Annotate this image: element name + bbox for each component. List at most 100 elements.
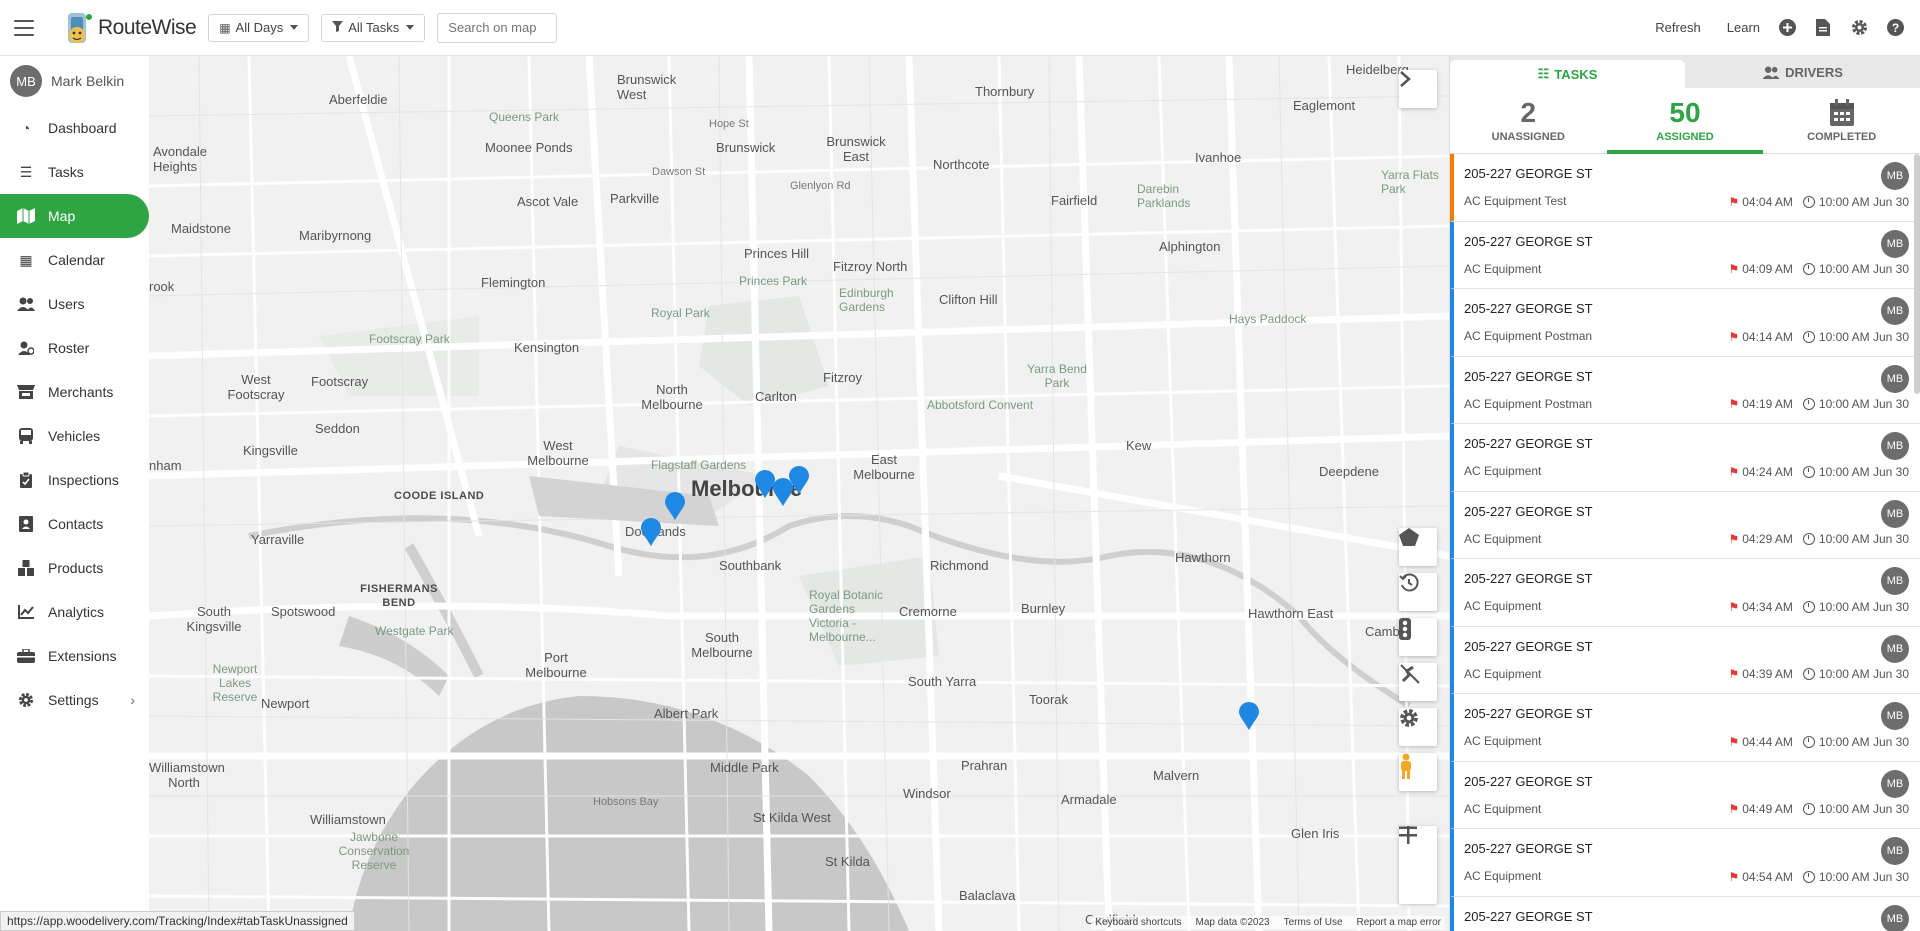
traffic-button[interactable] (1399, 618, 1437, 656)
task-row[interactable]: 205-227 GEORGE ST AC Equipment MB ⚑ 04:39… (1450, 626, 1920, 694)
task-row[interactable]: 205-227 GEORGE ST AC Equipment Postman M… (1450, 289, 1920, 357)
analytics-icon (16, 604, 36, 620)
help-icon[interactable]: ? (1886, 19, 1904, 37)
keyboard-shortcuts-link[interactable]: Keyboard shortcuts (1095, 917, 1181, 928)
assignee-avatar[interactable]: MB (1881, 837, 1909, 865)
task-row[interactable]: 205-227 GEORGE ST AC Equipment MB ⚑ 04:29… (1450, 491, 1920, 559)
assignee-avatar[interactable]: MB (1881, 364, 1909, 393)
task-row[interactable]: 205-227 GEORGE ST MB (1450, 896, 1920, 931)
learn-link[interactable]: Learn (1727, 20, 1760, 35)
sidebar-item-calendar[interactable]: ▦ Calendar (0, 238, 149, 282)
task-pin-icon[interactable] (665, 492, 685, 520)
assignee-avatar[interactable]: MB (1881, 769, 1909, 798)
sidebar-item-merchants[interactable]: Merchants (0, 370, 149, 414)
task-row[interactable]: 205-227 GEORGE ST AC Equipment Postman M… (1450, 356, 1920, 424)
map-label: Yarra Flats Park (1381, 168, 1439, 196)
days-filter-dropdown[interactable]: ▦ All Days (208, 13, 310, 42)
assignee-avatar[interactable]: MB (1881, 499, 1909, 528)
document-icon[interactable] (1814, 19, 1832, 37)
task-pin-icon[interactable] (789, 466, 809, 494)
task-times: ⚑ 04:44 AM 10:00 AM Jun 30 (1728, 735, 1909, 749)
map-label: Carlton (755, 389, 797, 404)
pentagon-tool-button[interactable] (1399, 528, 1437, 566)
sidebar-item-dashboard[interactable]: ◔ Dashboard (0, 106, 149, 150)
map-search-input[interactable] (437, 12, 558, 43)
assignee-avatar[interactable]: MB (1881, 432, 1909, 460)
menu-icon[interactable] (14, 19, 34, 36)
assignee-avatar[interactable]: MB (1881, 634, 1909, 663)
flag-icon: ⚑ (1728, 464, 1740, 479)
task-due: 10:00 AM Jun 30 (1818, 262, 1909, 276)
history-button[interactable] (1399, 573, 1437, 611)
map-settings-button[interactable] (1399, 708, 1437, 746)
task-eta: 04:09 AM (1742, 262, 1793, 276)
inspections-icon (16, 472, 36, 488)
assignee-avatar[interactable]: MB (1881, 702, 1909, 730)
add-circle-icon[interactable] (1778, 19, 1796, 37)
task-list-scrollbar[interactable] (1914, 154, 1920, 394)
sidebar-item-products[interactable]: Products (0, 546, 149, 590)
map-label: Ascot Vale (517, 194, 579, 209)
flag-icon: ⚑ (1728, 734, 1740, 749)
sidebar-item-map[interactable]: Map (0, 194, 149, 238)
map-label: Windsor (903, 786, 951, 801)
task-row[interactable]: 205-227 GEORGE ST AC Equipment MB ⚑ 04:09… (1450, 221, 1920, 289)
task-row[interactable]: 205-227 GEORGE ST AC Equipment MB ⚑ 04:44… (1450, 694, 1920, 762)
sidebar-item-users[interactable]: Users (0, 282, 149, 326)
task-pin-icon[interactable] (641, 518, 661, 546)
task-address: 205-227 GEORGE ST (1464, 301, 1593, 316)
sidebar-item-settings[interactable]: Settings › (0, 678, 149, 722)
map-label: South Yarra (908, 674, 977, 689)
terms-link[interactable]: Terms of Use (1284, 917, 1343, 928)
unassigned-counter[interactable]: 2 UNASSIGNED (1450, 88, 1607, 153)
task-row[interactable]: 205-227 GEORGE ST AC Equipment MB ⚑ 04:24… (1450, 424, 1920, 492)
tab-tasks[interactable]: ☷ TASKS (1450, 60, 1685, 88)
assigned-label: ASSIGNED (1656, 130, 1714, 143)
task-pin-icon[interactable] (1239, 702, 1259, 730)
assignee-avatar[interactable]: MB (1881, 229, 1909, 258)
user-profile[interactable]: MB Mark Belkin (0, 56, 149, 106)
sidebar-item-vehicles[interactable]: Vehicles (0, 414, 149, 458)
task-due: 10:00 AM Jun 30 (1818, 802, 1909, 816)
completed-counter[interactable]: COMPLETED (1763, 88, 1920, 153)
sidebar-item-extensions[interactable]: Extensions (0, 634, 149, 678)
clock-icon (1802, 668, 1815, 680)
assigned-counter[interactable]: 50 ASSIGNED (1606, 88, 1764, 154)
refresh-link[interactable]: Refresh (1655, 20, 1701, 35)
street-view-button[interactable] (1399, 753, 1437, 791)
task-row[interactable]: 205-227 GEORGE ST AC Equipment MB ⚑ 04:34… (1450, 559, 1920, 627)
map-label: Maidstone (171, 221, 231, 236)
task-eta: 04:39 AM (1742, 667, 1793, 681)
task-pin-icon[interactable] (755, 470, 775, 498)
collapse-panel-button[interactable] (1399, 70, 1437, 108)
map-canvas[interactable]: Heidelberg Brunswick West Thornbury Eagl… (149, 56, 1449, 931)
task-due: 10:00 AM Jun 30 (1818, 194, 1909, 209)
tab-drivers[interactable]: DRIVERS (1685, 56, 1920, 88)
assignee-avatar[interactable]: MB (1881, 297, 1909, 325)
map-label: Kensington (514, 340, 580, 355)
assignee-avatar[interactable]: MB (1881, 567, 1909, 595)
sidebar-item-contacts[interactable]: Contacts (0, 502, 149, 546)
map-label: Royal Park (651, 306, 710, 320)
sidebar-item-label: Extensions (48, 648, 117, 664)
report-error-link[interactable]: Report a map error (1357, 917, 1441, 928)
app-logo[interactable]: RouteWise (62, 9, 197, 47)
assignee-avatar[interactable]: MB (1881, 162, 1909, 190)
task-row[interactable]: 205-227 GEORGE ST AC Equipment MB ⚑ 04:54… (1450, 829, 1920, 897)
task-row[interactable]: 205-227 GEORGE ST AC Equipment MB ⚑ 04:49… (1450, 761, 1920, 829)
route-off-button[interactable] (1399, 663, 1437, 701)
flag-icon: ⚑ (1728, 397, 1740, 411)
map-label: St Kilda West (753, 810, 831, 825)
map-label: Jawbone Conservation Reserve (338, 830, 410, 872)
sidebar: MB Mark Belkin ◔ Dashboard ☰ Tasks Map ▦… (0, 56, 149, 931)
sidebar-item-analytics[interactable]: Analytics (0, 590, 149, 634)
sidebar-item-inspections[interactable]: Inspections (0, 458, 149, 502)
map-label: Moonee Ponds (485, 140, 573, 155)
task-row[interactable]: 205-227 GEORGE ST AC Equipment Test MB ⚑… (1450, 154, 1920, 222)
map-label: Footscray (311, 374, 369, 389)
assignee-avatar[interactable]: MB (1881, 904, 1909, 931)
gear-icon[interactable] (1850, 19, 1868, 37)
sidebar-item-tasks[interactable]: ☰ Tasks (0, 150, 149, 194)
sidebar-item-roster[interactable]: Roster (0, 326, 149, 370)
tasks-filter-dropdown[interactable]: All Tasks (321, 13, 426, 42)
